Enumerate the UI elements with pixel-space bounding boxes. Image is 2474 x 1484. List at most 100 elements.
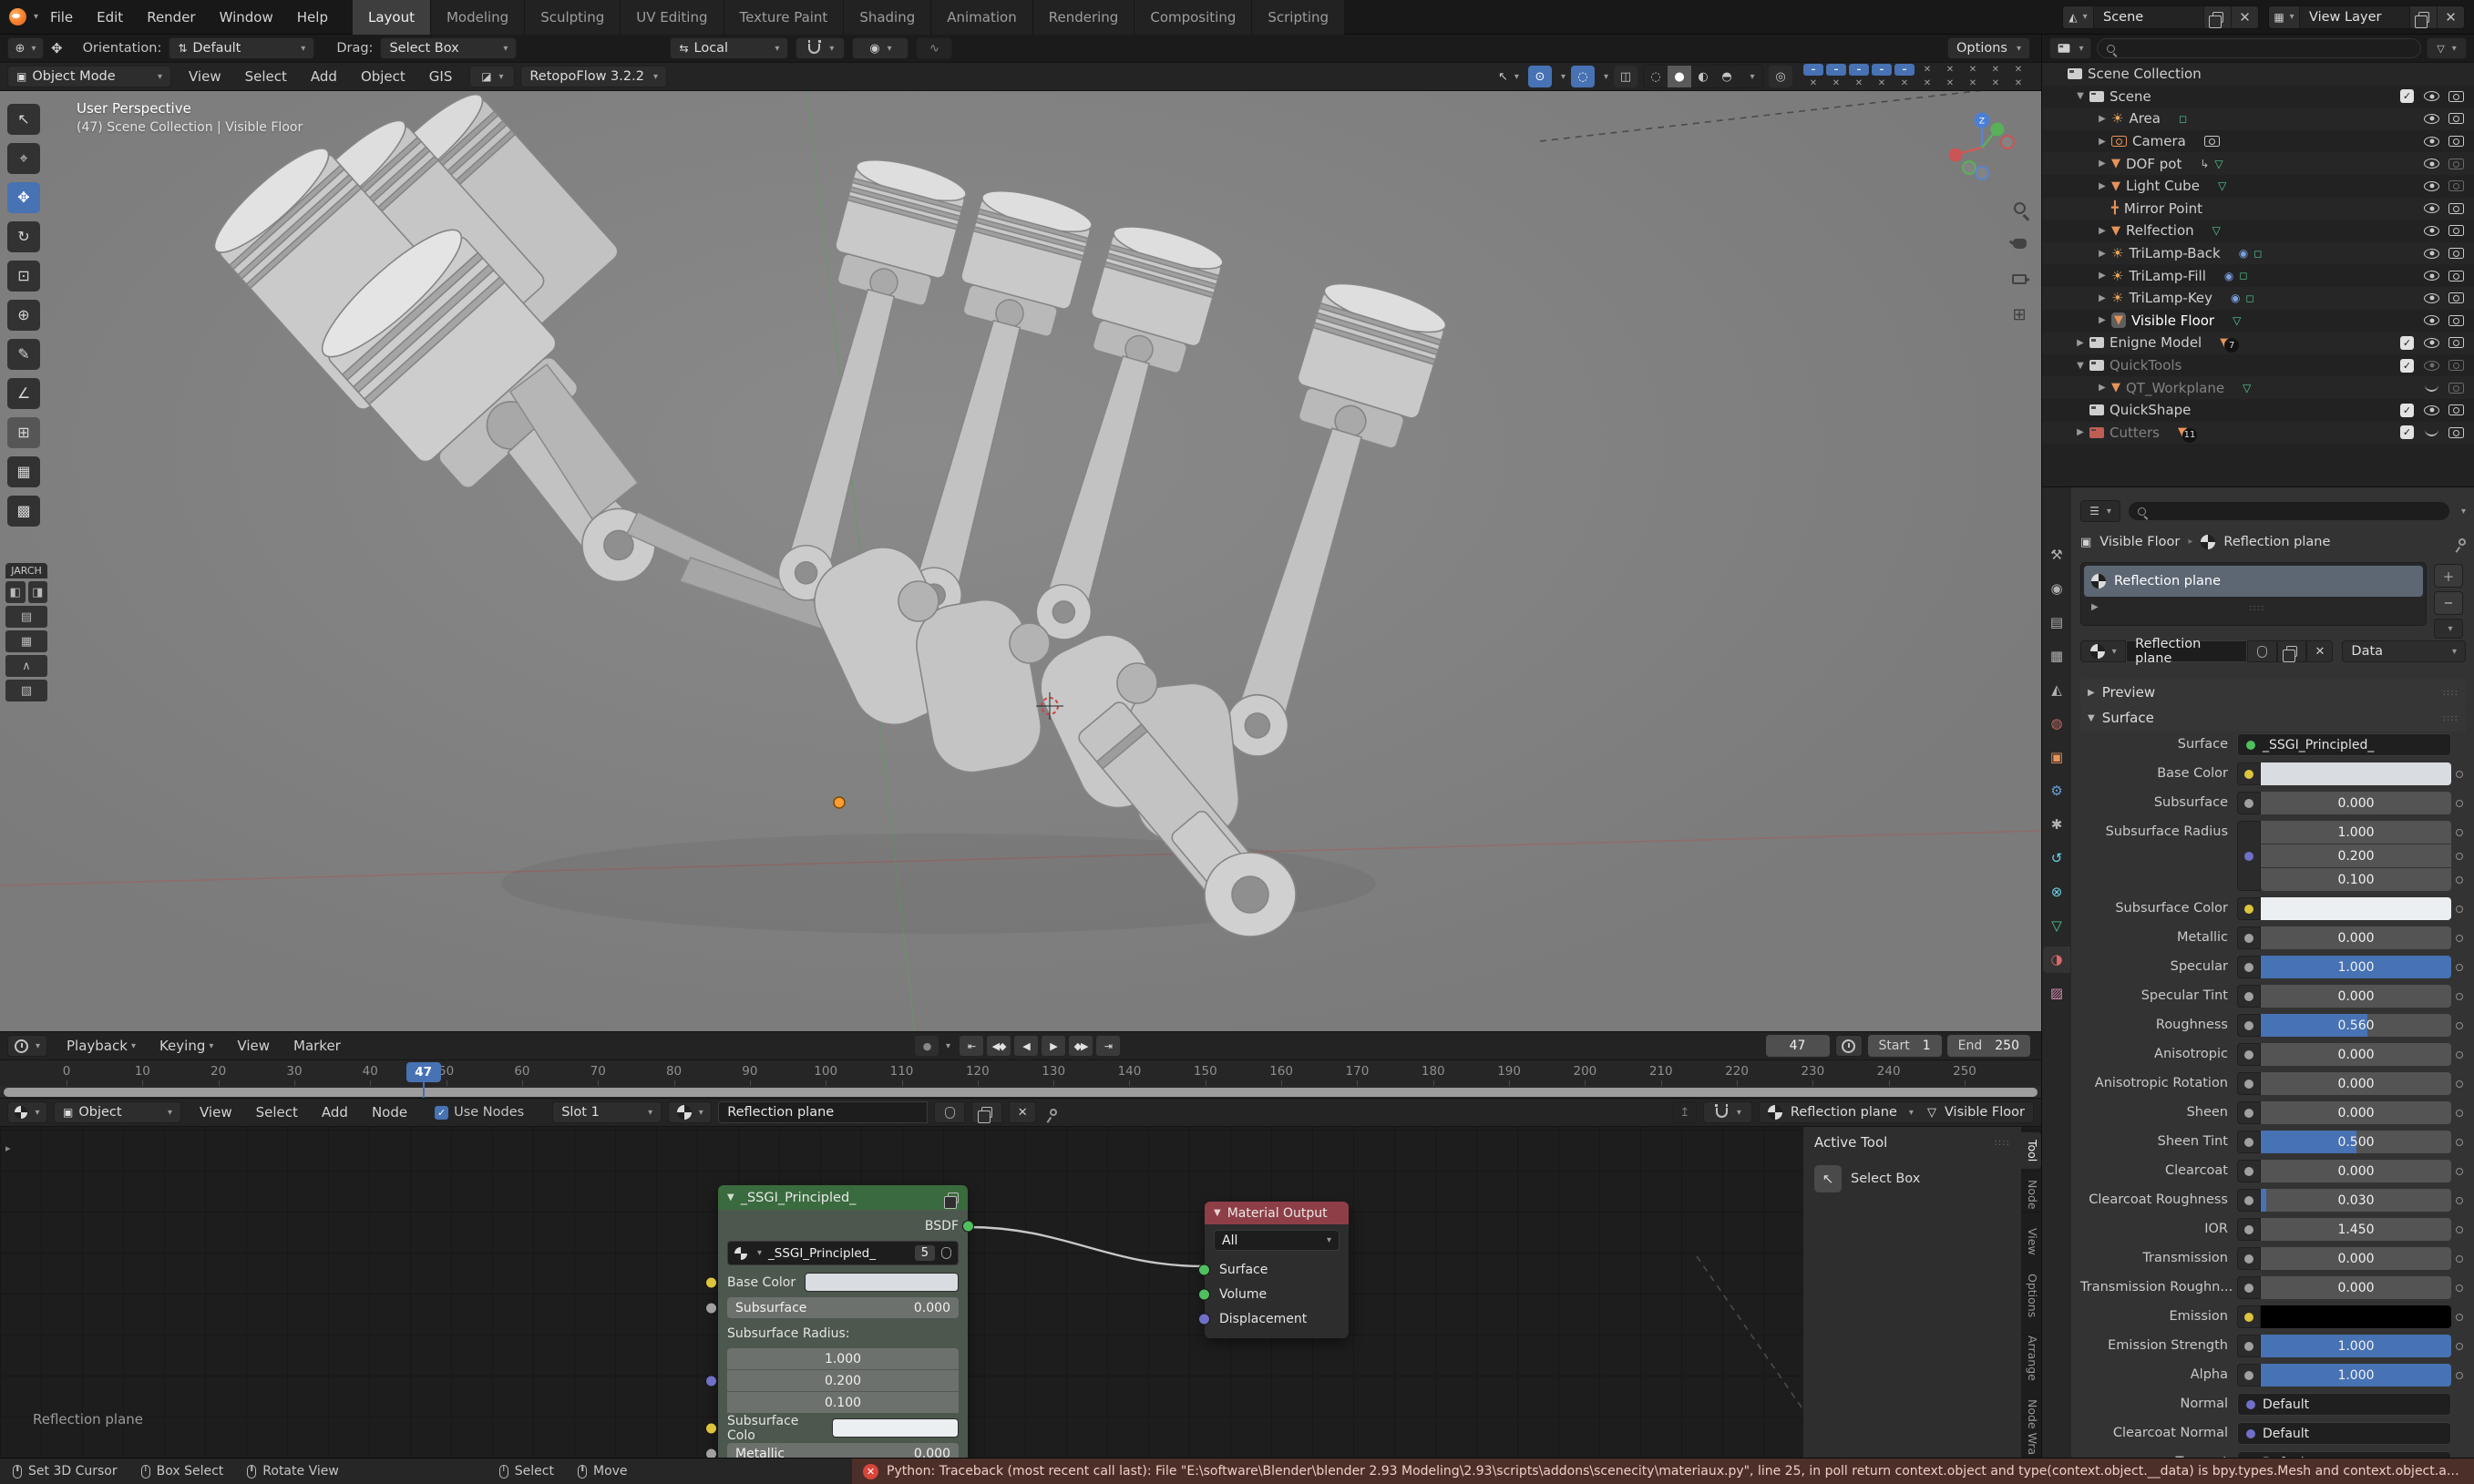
- start-frame-field[interactable]: Start1: [1868, 1035, 1942, 1057]
- qcd-slot-20[interactable]: ✕: [2008, 77, 2028, 89]
- animate-decorator[interactable]: [2451, 897, 2468, 920]
- npanel-tab-options[interactable]: Options: [2021, 1266, 2041, 1325]
- socket-button[interactable]: [2237, 926, 2261, 949]
- npanel-tab-node-wra[interactable]: Node Wra: [2021, 1392, 2041, 1458]
- hide-eye-toggle[interactable]: [2424, 159, 2439, 169]
- disclosure-icon[interactable]: ▶: [2093, 159, 2111, 169]
- outliner-row-relfection[interactable]: ▶▼Relfection▽: [2042, 220, 2474, 242]
- timeline-scrollbar[interactable]: [0, 1086, 2041, 1099]
- properties-tab-view-layer[interactable]: ▦: [2043, 643, 2070, 670]
- play-reverse-button[interactable]: ◀: [1014, 1036, 1038, 1056]
- param-slider[interactable]: 1.000: [2261, 1364, 2451, 1387]
- viewport-menu-view[interactable]: View: [177, 68, 233, 85]
- socket-button[interactable]: [2237, 1305, 2261, 1328]
- menu-edit[interactable]: Edit: [85, 9, 135, 26]
- outliner-search-input[interactable]: [2097, 38, 2421, 58]
- render-visibility-toggle-disabled[interactable]: [2448, 159, 2464, 169]
- hide-eye-toggle[interactable]: [2424, 361, 2439, 371]
- drag-dropdown[interactable]: Select Box▾: [380, 37, 517, 59]
- properties-tab-modifiers[interactable]: ⚙: [2043, 778, 2070, 804]
- fake-user-button[interactable]: [934, 1101, 965, 1123]
- color-swatch[interactable]: [805, 1273, 959, 1292]
- slot-specials-button[interactable]: ▾: [2434, 619, 2463, 639]
- navigation-gizmo[interactable]: Z: [1944, 109, 2020, 186]
- shading-solid-button[interactable]: ●: [1668, 66, 1691, 87]
- render-visibility-toggle[interactable]: [2448, 136, 2464, 147]
- disclosure-icon[interactable]: ▶: [2093, 293, 2111, 303]
- disclosure-icon[interactable]: ▶: [2093, 181, 2111, 191]
- outliner-row-mirror-point[interactable]: ╋Mirror Point: [2042, 198, 2474, 220]
- node-vector-value[interactable]: 1.000: [727, 1348, 959, 1369]
- shader-menu-view[interactable]: View: [188, 1104, 244, 1121]
- param-slider[interactable]: 0.000: [2261, 1160, 2451, 1182]
- disclosure-icon[interactable]: ▶: [2093, 383, 2111, 393]
- hide-eye-toggle-closed[interactable]: [2425, 384, 2438, 392]
- qcd-slot-7[interactable]: ✕: [1940, 64, 1960, 76]
- workspace-tab-animation[interactable]: Animation: [931, 0, 1032, 35]
- qcd-slot-15[interactable]: ✕: [1894, 77, 1915, 89]
- orientation-dropdown[interactable]: ⇅Default▾: [169, 37, 314, 59]
- scene-unlink-button[interactable]: ✕: [2231, 6, 2258, 28]
- outliner-row-area[interactable]: ▶☀Area◻: [2042, 107, 2474, 130]
- socket-button[interactable]: [2237, 792, 2261, 814]
- qcd-slot-9[interactable]: ✕: [1986, 64, 2006, 76]
- active-tool-button[interactable]: ⊕▾: [7, 37, 44, 59]
- jarch-button-5[interactable]: ∧: [5, 655, 47, 677]
- render-visibility-toggle[interactable]: [2448, 113, 2464, 124]
- properties-tab-scene[interactable]: ◭: [2043, 677, 2070, 703]
- tool-annotate[interactable]: ✎: [7, 339, 40, 370]
- select-visibility-button[interactable]: ↖▾: [1494, 66, 1523, 87]
- animate-decorator[interactable]: [2451, 792, 2468, 814]
- jarch-button-2[interactable]: ◨: [28, 581, 48, 603]
- animate-decorator[interactable]: [2451, 1364, 2468, 1387]
- render-preview-sphere-button[interactable]: ◎: [1769, 66, 1792, 87]
- param-slider[interactable]: 0.000: [2261, 1043, 2451, 1066]
- socket-button[interactable]: [2237, 1364, 2261, 1387]
- param-slider[interactable]: 0.000: [2261, 1276, 2451, 1299]
- input-socket[interactable]: [1198, 1288, 1210, 1300]
- properties-tab-render[interactable]: ◉: [2043, 576, 2070, 602]
- render-visibility-toggle[interactable]: [2448, 225, 2464, 236]
- end-frame-field[interactable]: End250: [1947, 1035, 2030, 1057]
- slot-expand-icon[interactable]: ▶: [2091, 603, 2099, 612]
- tool-select-box[interactable]: ↖: [7, 104, 40, 135]
- jarch-button-4[interactable]: ▦: [5, 630, 47, 652]
- data-dropdown[interactable]: Data▾: [2342, 640, 2466, 662]
- animate-decorator[interactable]: [2451, 1218, 2468, 1241]
- tool-move[interactable]: ✥: [7, 182, 40, 213]
- animate-decorator[interactable]: [2451, 1305, 2468, 1328]
- blender-logo-icon[interactable]: [9, 8, 26, 26]
- zoom-icon[interactable]: [2008, 197, 2030, 219]
- falloff-button[interactable]: ∿: [916, 37, 952, 59]
- hide-eye-toggle[interactable]: [2424, 226, 2439, 236]
- shading-wireframe-button[interactable]: ◌: [1644, 66, 1668, 87]
- remove-slot-button[interactable]: −: [2434, 591, 2463, 615]
- input-socket[interactable]: [705, 1302, 717, 1314]
- qcd-slot-17[interactable]: ✕: [1940, 77, 1960, 89]
- overlays-chevron-icon[interactable]: ▾: [1604, 72, 1608, 82]
- view-layer-remove-button[interactable]: ✕: [2437, 6, 2464, 28]
- properties-tab-constraints[interactable]: ⊗: [2043, 879, 2070, 906]
- timeline-ruler[interactable]: 0102030405060708090100110120130140150160…: [0, 1060, 2041, 1086]
- add-slot-button[interactable]: ＋: [2434, 564, 2463, 588]
- render-visibility-toggle[interactable]: [2448, 315, 2464, 326]
- animate-decorator[interactable]: [2451, 1160, 2468, 1182]
- animate-decorator[interactable]: [2451, 985, 2468, 1008]
- properties-filter-chevron-icon[interactable]: ▾: [2461, 507, 2466, 517]
- outliner-filter-button[interactable]: ▽▾: [2427, 37, 2467, 59]
- mode-dropdown[interactable]: ▣Object Mode▾: [7, 66, 171, 87]
- current-frame-field[interactable]: 47: [1766, 1035, 1830, 1057]
- sidebar-expand-icon[interactable]: ▸: [5, 1143, 11, 1153]
- preview-section-header[interactable]: ▶Preview::::: [2080, 679, 2466, 706]
- timeline-editor-type-button[interactable]: ▾: [7, 1035, 47, 1057]
- disclosure-icon[interactable]: ▶: [2071, 338, 2089, 348]
- socket-button[interactable]: [2237, 1014, 2261, 1037]
- render-visibility-toggle-disabled[interactable]: [2448, 180, 2464, 191]
- material-copy-button[interactable]: [2277, 640, 2307, 662]
- render-visibility-toggle[interactable]: [2448, 248, 2464, 259]
- pin-icon[interactable]: [1049, 1107, 1059, 1117]
- outliner-row-qt-workplane[interactable]: ▶▼QT_Workplane▽: [2042, 376, 2474, 399]
- param-slider[interactable]: 0.000: [2261, 792, 2451, 814]
- param-link-field[interactable]: Default: [2237, 1422, 2451, 1445]
- animate-decorator[interactable]: [2451, 1101, 2468, 1124]
